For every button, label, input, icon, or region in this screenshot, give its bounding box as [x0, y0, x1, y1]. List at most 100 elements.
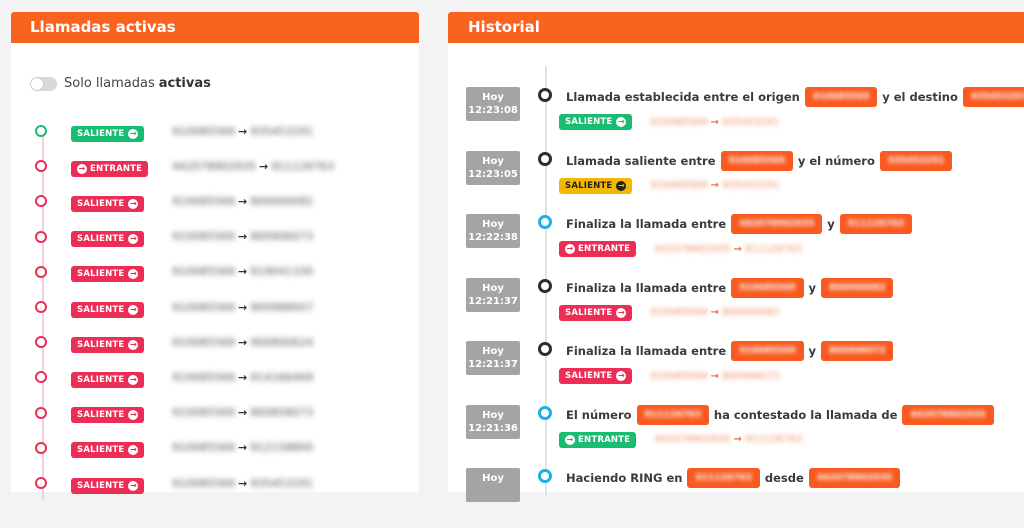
event-text: y	[808, 280, 817, 295]
origin-number: 910085569	[650, 370, 708, 382]
direction-badge: SALIENTE →	[71, 371, 145, 388]
call-badge-wrap: SALIENTE →	[71, 121, 145, 142]
badge-label: SALIENTE	[565, 117, 613, 127]
badge-label: SALIENTE	[565, 307, 613, 318]
call-status-dot	[35, 160, 47, 173]
destination-number: 800000082	[722, 307, 780, 318]
arrow-right-icon: →	[238, 406, 248, 420]
active-call-row[interactable]: SALIENTE → 910085569 → 935453291	[35, 473, 415, 494]
direction-badge: SALIENTE →	[71, 301, 145, 318]
call-badge-wrap: SALIENTE →	[71, 297, 145, 318]
call-numbers: 442078902935 → 911126763	[172, 160, 334, 173]
active-call-row[interactable]: SALIENTE → 910085569 → 800858073	[35, 403, 415, 424]
active-call-row[interactable]: SALIENTE → 910085569 → 935453291	[35, 121, 415, 142]
arrow-right-icon: →	[710, 180, 720, 191]
origin-number: 910085569	[172, 441, 235, 455]
phone-number: 910085569	[739, 282, 796, 293]
event-numbers: 442078902935 → 911126763	[654, 244, 802, 255]
call-status-dot	[35, 301, 47, 313]
time-value: 12:23:05	[468, 168, 518, 180]
time-value: 12:21:37	[468, 295, 518, 307]
call-status-dot	[35, 477, 47, 489]
badge-label: SALIENTE	[77, 445, 125, 456]
arrow-circle-icon: →	[128, 445, 139, 456]
phone-number: 910085569	[728, 155, 785, 166]
call-badge-wrap: SALIENTE →	[71, 437, 145, 459]
badge-label: SALIENTE	[565, 180, 613, 191]
direction-badge: SALIENTE →	[71, 477, 145, 494]
direction-badge: → ENTRANTE	[71, 160, 149, 177]
call-numbers: 910085569 → 800906073	[172, 230, 313, 243]
phone-number-pill: 910085569	[731, 277, 804, 298]
time-stamp: Hoy 12:21:37	[466, 341, 520, 375]
origin-number: 910085569	[172, 370, 235, 384]
phone-number-pill: 911126763	[636, 404, 709, 425]
time-day: Hoy	[482, 473, 504, 484]
phone-number-pill: 911126763	[839, 214, 913, 234]
event-dot	[538, 342, 552, 356]
arrow-right-icon: →	[710, 307, 720, 318]
call-numbers: 910085569 → 912158800	[172, 441, 313, 454]
event-text: desde	[764, 471, 804, 485]
call-status-dot	[35, 406, 47, 419]
event-dot	[538, 215, 552, 229]
origin-number: 910085569	[172, 230, 235, 244]
time-day: Hoy	[482, 92, 504, 103]
origin-number: 910085569	[172, 124, 235, 138]
active-call-row[interactable]: → ENTRANTE 442078902935 → 911126763	[35, 156, 415, 177]
event-text: Haciendo RING en	[566, 471, 683, 485]
arrow-right-icon: →	[238, 300, 248, 314]
active-call-row[interactable]: SALIENTE → 910085569 → 900800624	[35, 332, 415, 353]
badge-label: SALIENTE	[77, 480, 125, 491]
phone-number-pill: 442078902935	[808, 468, 900, 488]
history-entry: Hoy 12:21:37 Finaliza la llamada entre 9100…	[466, 341, 1024, 401]
phone-number: 442078902935	[910, 409, 986, 420]
event-text: y	[827, 217, 835, 231]
origin-number: 910085569	[172, 335, 235, 349]
event-detail: SALIENTE → 910085569 → 935453291	[559, 177, 779, 194]
arrow-right-icon: →	[710, 370, 720, 382]
time-stamp: Hoy	[466, 468, 520, 502]
call-badge-wrap: SALIENTE →	[71, 226, 145, 248]
direction-badge: SALIENTE →	[71, 195, 145, 212]
active-call-row[interactable]: SALIENTE → 910085569 → 800000082	[35, 191, 415, 212]
active-call-row[interactable]: SALIENTE → 910085569 → 912158800	[35, 437, 415, 459]
origin-number: 442078902935	[172, 159, 256, 173]
arrow-right-icon: →	[238, 441, 248, 455]
active-calls-panel: Llamadas activas Solo llamadas activas S…	[11, 12, 419, 500]
active-only-label-bold: activas	[158, 76, 211, 91]
origin-number: 910085569	[172, 265, 235, 279]
direction-badge: SALIENTE →	[559, 114, 633, 130]
active-call-row[interactable]: SALIENTE → 910085569 → 800906073	[35, 226, 415, 248]
history-entry: Hoy 12:21:37 Finaliza la llamada entre 9100…	[466, 277, 1024, 338]
direction-badge: SALIENTE →	[71, 336, 145, 353]
arrow-circle-icon: →	[128, 234, 139, 245]
time-day: Hoy	[482, 219, 504, 230]
time-day: Hoy	[482, 155, 504, 167]
active-call-row[interactable]: SALIENTE → 910085569 → 919041330	[35, 261, 415, 283]
active-call-row[interactable]: SALIENTE → 910085569 → 900988007	[35, 297, 415, 318]
call-badge-wrap: SALIENTE →	[71, 261, 145, 283]
phone-number: 910085569	[812, 92, 870, 102]
active-call-row[interactable]: SALIENTE → 910085569 → 914166469	[35, 367, 415, 388]
destination-number: 912158800	[250, 441, 314, 455]
badge-label: SALIENTE	[77, 234, 125, 245]
destination-number: 911126763	[271, 159, 335, 173]
destination-number: 800906073	[250, 230, 314, 244]
call-numbers: 910085569 → 935453291	[172, 125, 313, 138]
event-numbers: 442078902935 → 911126763	[654, 434, 802, 445]
arrow-right-icon: →	[733, 243, 742, 255]
event-numbers: 910085569 → 800000082	[650, 307, 779, 318]
badge-label: SALIENTE	[77, 339, 125, 350]
badge-label: ENTRANTE	[90, 163, 143, 174]
arrow-circle-icon: →	[128, 304, 139, 315]
active-only-toggle-row[interactable]: Solo llamadas activas	[30, 76, 211, 91]
destination-number: 935453291	[250, 476, 314, 490]
phone-number-pill: 910085569	[731, 341, 804, 361]
badge-label: SALIENTE	[77, 269, 125, 280]
destination-number: 914166469	[250, 370, 314, 384]
history-entry: Hoy 12:22:38 Finaliza la llamada entre 4420…	[466, 214, 1024, 274]
active-only-label: Solo llamadas	[64, 76, 155, 91]
event-detail: → ENTRANTE 442078902935 → 911126763	[559, 241, 802, 257]
active-only-toggle[interactable]	[30, 76, 57, 91]
